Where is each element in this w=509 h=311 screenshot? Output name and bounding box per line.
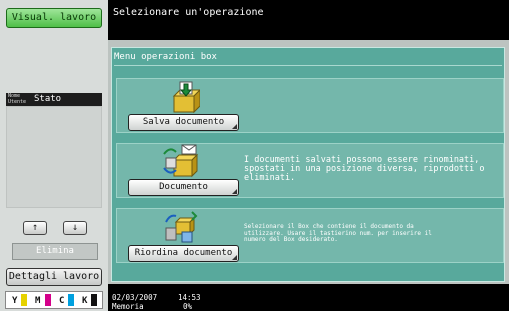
reorganize-description: Selezionare il Box che contiene il docum… [244, 223, 432, 243]
toner-bar-m [45, 294, 51, 306]
arrow-up-icon: ↑ [31, 222, 39, 233]
save-box-icon [172, 81, 200, 114]
title-divider [114, 65, 502, 66]
toner-bar-k [91, 294, 97, 306]
job-details-button[interactable]: Dettagli lavoro [6, 268, 102, 286]
arrow-down-icon: ↓ [71, 222, 79, 233]
status-header: Stato [34, 94, 62, 104]
job-list-header: Nome Utente Stato [6, 93, 102, 106]
page-title: Menu operazioni box [114, 52, 217, 62]
document-description: I documenti salvati possono essere rinom… [244, 155, 485, 183]
toner-indicator: Y M C K [5, 291, 103, 309]
scroll-down-button[interactable]: ↓ [63, 221, 87, 235]
status-bar: 02/03/2007 14:53 Memoria 0% [108, 284, 509, 311]
user-name-line2: Utente [8, 99, 27, 105]
toner-letter-y: Y [12, 296, 18, 306]
document-box-icon [163, 144, 199, 178]
memory-value: 0% [183, 302, 193, 311]
toner-letter-m: M [35, 296, 41, 306]
memory-label: Memoria [112, 302, 144, 311]
reorganize-document-button[interactable]: Riordina documento [128, 245, 239, 262]
delete-button[interactable]: Elimina [12, 243, 98, 260]
reorganize-box-icon [165, 211, 198, 243]
toner-bar-y [21, 294, 27, 306]
job-list [6, 106, 102, 208]
toner-bar-c [68, 294, 74, 306]
toner-letter-c: C [59, 296, 65, 306]
message-bar: Selezionare un'operazione [108, 0, 509, 40]
document-button[interactable]: Documento [128, 179, 239, 196]
instruction-text: Selezionare un'operazione [113, 7, 264, 18]
scroll-up-button[interactable]: ↑ [23, 221, 47, 235]
user-name-header: Nome Utente [8, 93, 26, 105]
status-time: 14:53 [178, 293, 201, 302]
visual-job-button[interactable]: Visual. lavoro [6, 8, 102, 28]
toner-letter-k: K [82, 296, 88, 306]
save-document-button[interactable]: Salva documento [128, 114, 239, 131]
status-date: 02/03/2007 [112, 293, 158, 302]
